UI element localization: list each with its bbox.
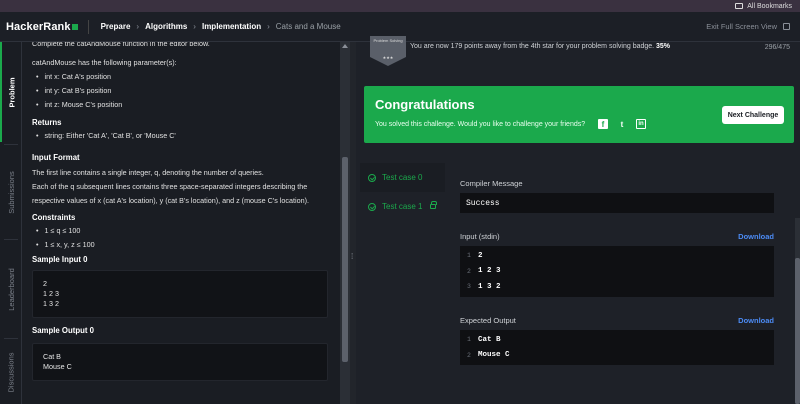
twitter-icon[interactable]: t	[617, 119, 627, 129]
sample-output-heading: Sample Output 0	[32, 326, 94, 335]
test-case-1[interactable]: Test case 1	[360, 192, 445, 221]
results-scrollbar[interactable]	[795, 218, 800, 404]
params-list: int x: Cat A's position int y: Cat B's p…	[36, 70, 328, 112]
tab-problem[interactable]: Problem	[0, 42, 22, 142]
logo-dot-icon	[71, 23, 78, 30]
test-case-0[interactable]: Test case 0	[360, 163, 445, 192]
all-bookmarks[interactable]: All Bookmarks	[735, 0, 792, 12]
badge-icon: Problem Solving ★★★	[370, 36, 406, 66]
problem-intro: Complete the catAndMouse function in the…	[32, 42, 210, 48]
lock-icon	[430, 201, 438, 209]
folder-icon	[735, 3, 744, 9]
sample-input-heading: Sample Input 0	[32, 255, 88, 264]
congrats-banner: Congratulations You solved this challeng…	[364, 86, 794, 143]
code-line: 31 3 2	[467, 282, 501, 291]
input-format-text: The first line contains a single integer…	[32, 168, 264, 177]
drag-handle-icon[interactable]: ⁞	[351, 252, 353, 261]
input-format-heading: Input Format	[32, 153, 80, 162]
compiler-value: Success	[460, 193, 774, 213]
stdin-download-link[interactable]: Download	[738, 232, 774, 241]
list-item: 1 ≤ q ≤ 100	[36, 224, 328, 238]
check-circle-icon	[368, 173, 376, 182]
tab-divider	[4, 239, 18, 240]
params-intro: catAndMouse has the following parameter(…	[32, 58, 177, 67]
hackerrank-logo[interactable]: HackerRank	[6, 21, 78, 33]
expected-box: 1 Cat B 2 Mouse C	[460, 330, 774, 365]
list-item: 1 ≤ x, y, z ≤ 100	[36, 238, 328, 252]
header-divider	[87, 19, 89, 34]
problem-statement: Complete the catAndMouse function in the…	[22, 42, 338, 404]
breadcrumb-prepare[interactable]: Prepare	[101, 22, 131, 31]
stdin-label: Input (stdin)	[460, 232, 500, 241]
sample-output-box: Cat B Mouse C	[32, 343, 328, 381]
code-line: 12	[467, 251, 483, 260]
scrollbar-thumb[interactable]	[795, 258, 800, 404]
compiler-message: Compiler Message Success	[460, 179, 774, 213]
badge-message: You are now 179 points away from the 4th…	[410, 43, 655, 50]
congrats-title: Congratulations	[375, 97, 475, 112]
scrollbar-thumb[interactable]	[342, 157, 348, 362]
problem-scrollbar[interactable]	[340, 42, 350, 404]
compiler-label: Compiler Message	[460, 179, 523, 188]
fullscreen-icon	[783, 23, 790, 30]
next-challenge-button[interactable]: Next Challenge	[722, 106, 784, 124]
social-share: f t in	[598, 119, 646, 129]
exit-fullscreen-button[interactable]: Exit Full Screen View	[706, 22, 790, 31]
code-line: 1 Cat B	[467, 335, 501, 344]
scroll-up-icon[interactable]	[342, 44, 348, 48]
vertical-tabs: Problem Submissions Leaderboard Discussi…	[0, 42, 22, 404]
expected-label: Expected Output	[460, 316, 516, 325]
facebook-icon[interactable]: f	[598, 119, 608, 129]
breadcrumb-implementation[interactable]: Implementation	[202, 22, 261, 31]
expected-output-block: Expected Output Download 1 Cat B 2 Mouse C	[460, 316, 774, 365]
input-format-text: Each of the q subsequent lines contains …	[32, 182, 308, 191]
breadcrumb: Prepare › Algorithms › Implementation › …	[101, 22, 341, 31]
constraints-list: 1 ≤ q ≤ 100 1 ≤ x, y, z ≤ 100	[36, 224, 328, 252]
returns-heading: Returns	[32, 118, 62, 127]
code-line: 2 Mouse C	[467, 351, 510, 360]
stdin-box: 12 21 2 3 31 3 2	[460, 246, 774, 297]
test-case-list: Test case 0 Test case 1	[360, 163, 445, 221]
tab-divider	[4, 144, 18, 145]
check-circle-icon	[368, 202, 376, 211]
list-item: int y: Cat B's position	[36, 84, 328, 98]
linkedin-icon[interactable]: in	[636, 119, 646, 129]
expected-download-link[interactable]: Download	[738, 316, 774, 325]
bookmarks-bar: All Bookmarks	[0, 0, 800, 12]
breadcrumb-algorithms[interactable]: Algorithms	[145, 22, 187, 31]
tab-divider	[4, 338, 18, 339]
tab-submissions[interactable]: Submissions	[0, 146, 22, 238]
code-line: 21 2 3	[467, 267, 501, 276]
chevron-right-icon: ›	[193, 22, 196, 31]
chevron-right-icon: ›	[267, 22, 270, 31]
list-item: int z: Mouse C's position	[36, 98, 328, 112]
all-bookmarks-label: All Bookmarks	[747, 2, 792, 10]
results-pane: Problem Solving ★★★ You are now 179 poin…	[356, 36, 800, 404]
chevron-right-icon: ›	[136, 22, 140, 31]
badge-percent: 35%	[656, 43, 671, 50]
list-item: string: Either 'Cat A', 'Cat B', or 'Mou…	[36, 129, 328, 143]
input-format-text: respective values of x (cat A's location…	[32, 196, 309, 205]
breadcrumb-current: Cats and a Mouse	[275, 22, 341, 31]
badge-points: 296/475	[764, 44, 790, 51]
stdin-block: Input (stdin) Download 12 21 2 3 31 3 2	[460, 232, 774, 297]
constraints-heading: Constraints	[32, 213, 76, 222]
tab-leaderboard[interactable]: Leaderboard	[0, 241, 22, 337]
badge-progress: Problem Solving ★★★ You are now 179 poin…	[356, 36, 800, 78]
congrats-subtitle: You solved this challenge. Would you lik…	[375, 121, 586, 128]
returns-list: string: Either 'Cat A', 'Cat B', or 'Mou…	[36, 129, 328, 143]
sample-input-box: 2 1 2 3 1 3 2	[32, 270, 328, 318]
tab-discussions[interactable]: Discussions	[0, 340, 22, 404]
list-item: int x: Cat A's position	[36, 70, 328, 84]
